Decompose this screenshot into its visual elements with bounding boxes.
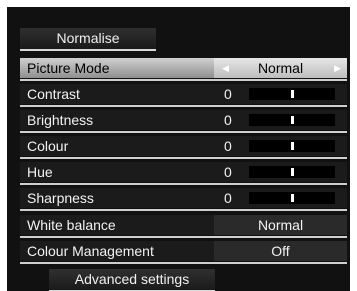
hue-value: 0 (224, 164, 232, 180)
picture-mode-select[interactable]: ◀ Normal ▶ (214, 58, 347, 78)
contrast-row[interactable]: Contrast 0 (20, 84, 347, 107)
white-balance-row[interactable]: White balance Normal (20, 215, 347, 238)
triangle-right-icon[interactable]: ▶ (334, 58, 341, 78)
brightness-slider[interactable] (249, 114, 335, 126)
white-balance-label: White balance (27, 217, 116, 233)
brightness-row[interactable]: Brightness 0 (20, 110, 347, 133)
colour-management-value: Off (271, 243, 290, 259)
picture-mode-row[interactable]: Picture Mode ◀ Normal ▶ (20, 58, 347, 81)
slider-knob[interactable] (291, 90, 294, 98)
colour-management-value-box[interactable]: Off (214, 241, 347, 261)
colour-slider[interactable] (249, 140, 335, 152)
colour-management-label: Colour Management (27, 243, 154, 259)
colour-management-row[interactable]: Colour Management Off (20, 241, 347, 264)
triangle-left-icon[interactable]: ◀ (222, 58, 229, 78)
slider-knob[interactable] (291, 168, 294, 176)
slider-knob[interactable] (291, 194, 294, 202)
picture-mode-value: Normal (257, 60, 304, 76)
contrast-label: Contrast (27, 86, 80, 102)
colour-value: 0 (224, 138, 232, 154)
slider-knob[interactable] (291, 142, 294, 150)
normalise-label: Normalise (56, 30, 120, 46)
white-balance-value: Normal (257, 217, 304, 233)
hue-label: Hue (27, 164, 53, 180)
advanced-settings-label: Advanced settings (74, 271, 190, 287)
contrast-value: 0 (224, 86, 232, 102)
white-balance-value-box[interactable]: Normal (214, 215, 347, 235)
normalise-button[interactable]: Normalise (20, 28, 156, 51)
colour-row[interactable]: Colour 0 (20, 136, 347, 159)
advanced-settings-button[interactable]: Advanced settings (49, 269, 215, 291)
hue-slider[interactable] (249, 166, 335, 178)
brightness-label: Brightness (27, 112, 94, 128)
picture-mode-label: Picture Mode (27, 60, 110, 76)
slider-knob[interactable] (291, 116, 294, 124)
picture-settings-menu: Normalise Picture Mode ◀ Normal ▶ Contra… (7, 7, 350, 291)
sharpness-slider[interactable] (249, 192, 335, 204)
sharpness-label: Sharpness (27, 190, 94, 206)
sharpness-value: 0 (224, 190, 232, 206)
hue-row[interactable]: Hue 0 (20, 162, 347, 185)
contrast-slider[interactable] (249, 88, 335, 100)
sharpness-row[interactable]: Sharpness 0 (20, 188, 347, 211)
brightness-value: 0 (224, 112, 232, 128)
colour-label: Colour (27, 138, 69, 154)
